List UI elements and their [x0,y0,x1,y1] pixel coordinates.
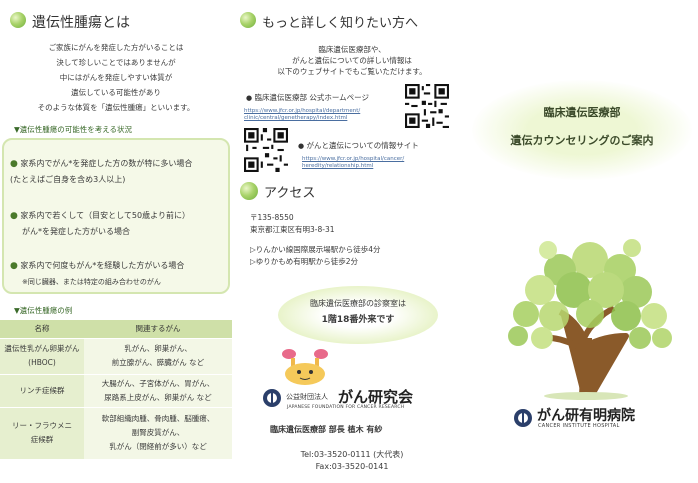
table-header-cell: 名称 [0,320,84,339]
hospital-logo-icon [514,409,532,427]
site2-url[interactable]: https://www.jfcr.or.jp/hospital/cancer/ … [302,156,404,170]
table-row: リンチ症候群 大腸がん、子宮体がん、胃がん、 尿路系上皮がん、卵巣がん など [0,374,232,408]
bullet-icon: ● [10,211,18,221]
table-cell: 軟部組織肉腫、骨肉腫、脳腫瘍、 副腎皮質がん、 乳がん（閉経前が多い）など [84,407,232,460]
site1-qr-code[interactable] [405,84,449,128]
check-box: ● 家系内でがん*を発症した方の数が特に多い場合 (たとえばご自身を含め3人以上… [2,138,230,294]
table-cell: 大腸がん、子宮体がん、胃がん、 尿路系上皮がん、卵巣がん など [84,374,232,408]
cover-title-line1: 臨床遺伝医療部 [543,106,621,119]
check-item: ● 家系内でがん*を発症した方の数が特に多い場合 (たとえばご自身を含め3人以上… [10,159,193,184]
cover-title-line2: 遺伝カウンセリングのご案内 [510,134,654,147]
foundation-logo-icon [263,389,281,407]
green-orb-icon [10,12,26,28]
org-name: がん研究会 [338,388,414,406]
table-header-row: 名称 関連するがん [0,320,232,339]
bullet-icon: ● [10,159,18,169]
table-header-cell: 関連するがん [84,320,232,339]
access-title: アクセス [264,186,316,201]
site2-qr-code[interactable] [244,128,288,172]
contact-info: Tel:03-3520-0111 (大代表) Fax:03-3520-0141 [300,450,404,471]
table-heading: ▼遺伝性腫瘍の例 [14,306,73,315]
table-cell: リンチ症候群 [0,374,84,408]
more-info-text: 臨床遺伝医療部や、 がんと遺伝についての詳しい情報は 以下のウェブサイトでもご覧… [277,45,427,76]
org-english-name: JAPANESE FOUNDATION FOR CANCER RESEARCH [287,405,405,410]
bullet-icon: ● [298,142,305,150]
site1-label: ● 臨床遺伝医療部 公式ホームページ [246,93,370,102]
bullet-icon: ● [246,94,253,102]
hospital-name: がん研有明病院 [537,408,635,424]
intro-text: ご家族にがんを発症した方がいることは 決して珍しいことではありませんが 中にはが… [37,43,195,112]
hospital-english-name: CANCER INSTITUTE HOSPITAL [538,423,620,429]
check-heading: ▼遺伝性腫瘍の可能性を考える状況 [14,125,133,134]
green-orb-icon [240,182,258,200]
table-row: リー・フラウメニ 症候群 軟部組織肉腫、骨肉腫、脳腫瘍、 副腎皮質がん、 乳がん… [0,407,232,460]
more-info-title: もっと詳しく知りたい方へ [262,16,419,31]
table-cell: 乳がん、卵巣がん、 前立腺がん、膵臓がん など [84,338,232,375]
check-item: ● 家系内で何度もがん*を経験した方がいる場合 ※同じ臓器、または特定の組み合わ… [10,261,185,286]
org-prefix: 公益財団法人 [286,393,328,401]
department-head: 臨床遺伝医療部 部長 植木 有紗 [270,425,383,434]
address: 〒135-8550 東京都江東区有明3-8-31 [250,213,335,234]
table-row: 遺伝性乳がん卵巣がん (HBOC) 乳がん、卵巣がん、 前立腺がん、膵臓がん な… [0,338,232,375]
hereditary-tumor-title: 遺伝性腫瘍とは [32,15,130,31]
room-info-bubble: 臨床遺伝医療部の診察室は 1階18番外来です [278,286,438,344]
cover-title-glow [472,80,692,180]
green-orb-icon [240,12,256,28]
table-cell: リー・フラウメニ 症候群 [0,407,84,460]
routes: ▷りんかい線国際展示場駅から徒歩4分 ▷ゆりかもめ有明駅から徒歩2分 [250,245,381,266]
hereditary-tumor-table: 名称 関連するがん 遺伝性乳がん卵巣がん (HBOC) 乳がん、卵巣がん、 前立… [0,320,232,460]
site2-label: ● がんと遺伝についての情報サイト [298,141,419,150]
check-item: ● 家系内で若くして（目安として50歳より前に） がん*を発症した方がいる場合 [10,211,190,236]
table-cell: 遺伝性乳がん卵巣がん (HBOC) [0,338,84,375]
bullet-icon: ● [10,261,18,271]
site1-url[interactable]: https://www.jfcr.or.jp/hospital/departme… [244,108,360,122]
crab-mascot-icon [282,349,328,385]
tree-illustration-icon [508,239,672,400]
